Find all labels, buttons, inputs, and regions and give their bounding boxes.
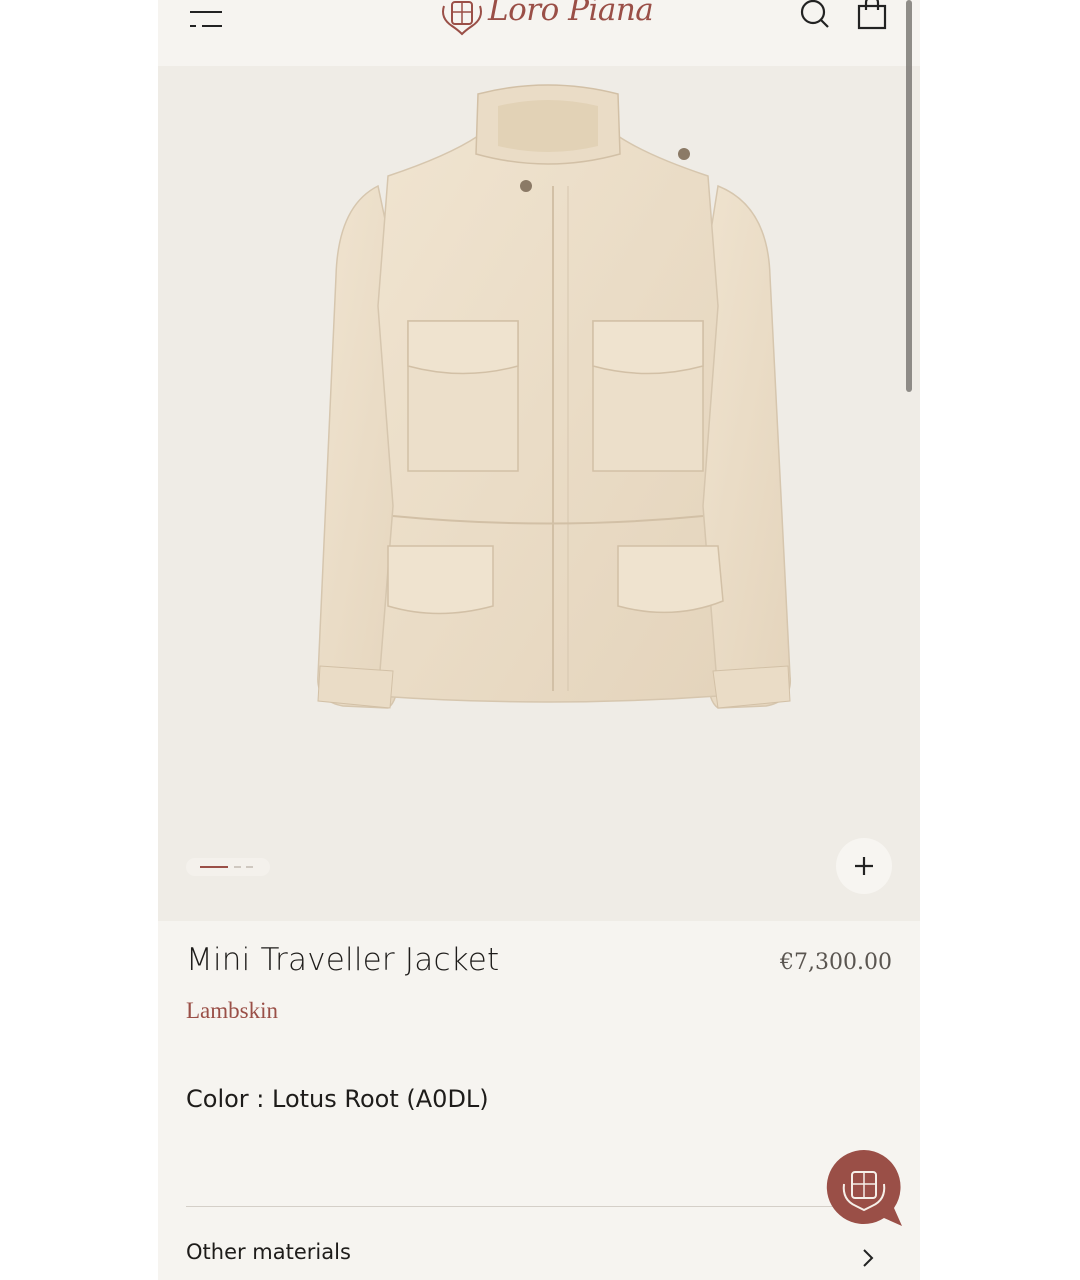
crest-icon bbox=[442, 1, 482, 36]
other-materials-link[interactable]: Other materials bbox=[186, 1240, 351, 1264]
product-material[interactable]: Lambskin bbox=[186, 998, 278, 1024]
plus-icon bbox=[855, 857, 873, 875]
search-icon[interactable] bbox=[798, 0, 832, 32]
chevron-right-icon[interactable] bbox=[858, 1246, 878, 1270]
header: Loro Piana bbox=[158, 0, 920, 66]
zoom-button[interactable] bbox=[836, 838, 892, 894]
product-name: Mini Traveller Jacket bbox=[186, 942, 500, 978]
color-label: Color : Lotus Root (A0DL) bbox=[186, 1085, 489, 1113]
chat-crest-icon bbox=[826, 1149, 902, 1226]
product-price: €7,300.00 bbox=[780, 950, 892, 975]
product-image[interactable] bbox=[248, 76, 848, 716]
brand-name: Loro Piana bbox=[488, 0, 654, 28]
scrollbar[interactable] bbox=[906, 0, 912, 392]
pager-dot bbox=[246, 866, 253, 868]
pager-dot-active bbox=[200, 866, 228, 868]
product-gallery[interactable] bbox=[158, 66, 920, 921]
shopping-bag-icon[interactable] bbox=[856, 0, 888, 30]
menu-icon[interactable] bbox=[188, 6, 224, 32]
product-page: Loro Piana Mini Traveller Jacket €7,300.… bbox=[158, 0, 920, 1280]
brand-logo[interactable]: Loro Piana bbox=[438, 0, 654, 36]
divider bbox=[186, 1206, 892, 1207]
pager-dot bbox=[234, 866, 241, 868]
gallery-pager[interactable] bbox=[186, 858, 270, 876]
chat-button[interactable] bbox=[824, 1148, 904, 1228]
